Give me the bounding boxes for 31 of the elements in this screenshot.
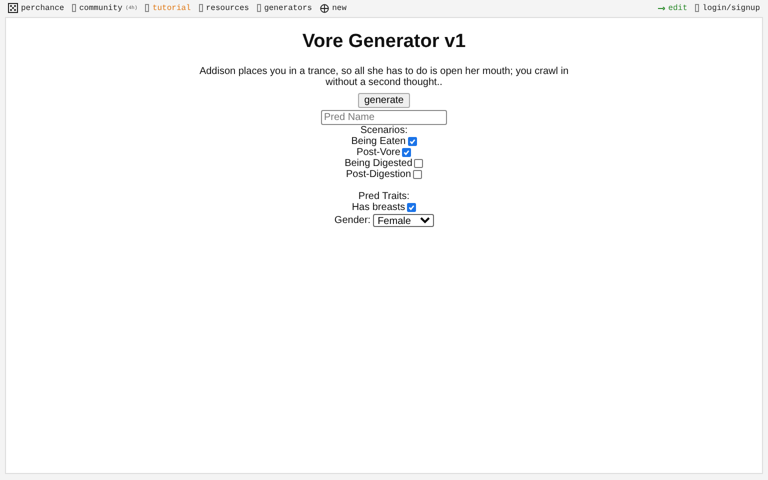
nav-link[interactable]: resources — [198, 4, 250, 12]
generated-text: Addison places you in a trance, so all she has to do is open her mouth; you crawl in without a second thought.. — [198, 66, 570, 88]
checkbox[interactable] — [408, 137, 417, 146]
missing-glyph-icon — [198, 4, 203, 12]
checkbox-label: Post-Digestion — [346, 169, 412, 180]
generate-button[interactable]: generate — [358, 93, 410, 108]
checkbox-label: Has breasts — [352, 202, 406, 213]
gender-dropdown[interactable]: Female — [372, 214, 434, 227]
globe-icon — [320, 4, 330, 12]
nav-link[interactable]: login/signup — [695, 4, 760, 12]
checkbox[interactable] — [414, 159, 424, 168]
checkbox-label: Being Eaten — [351, 136, 406, 147]
checkbox[interactable] — [402, 148, 412, 157]
missing-glyph-icon — [72, 4, 76, 12]
checkbox[interactable] — [407, 203, 416, 212]
pred-name-field[interactable]: Pred Name — [321, 110, 447, 125]
checkbox-label: Post-Vore — [356, 147, 400, 158]
section-label: Pred Traits: — [358, 191, 410, 202]
missing-glyph-icon — [257, 4, 262, 12]
dice-icon — [8, 3, 18, 13]
page-title: Vore Generator v1 — [302, 31, 466, 53]
nav-link[interactable]: perchance — [8, 3, 64, 13]
gender-label: Gender: — [334, 215, 371, 226]
missing-glyph-icon — [145, 4, 150, 12]
checkbox[interactable] — [413, 170, 422, 179]
section-label: Scenarios: — [360, 125, 408, 136]
missing-glyph-icon — [695, 4, 700, 12]
nav-link[interactable]: edit — [658, 4, 688, 12]
nav-link[interactable]: new — [320, 4, 346, 12]
checkbox-label: Being Digested — [344, 158, 412, 169]
nav-link[interactable]: generators — [257, 4, 312, 12]
